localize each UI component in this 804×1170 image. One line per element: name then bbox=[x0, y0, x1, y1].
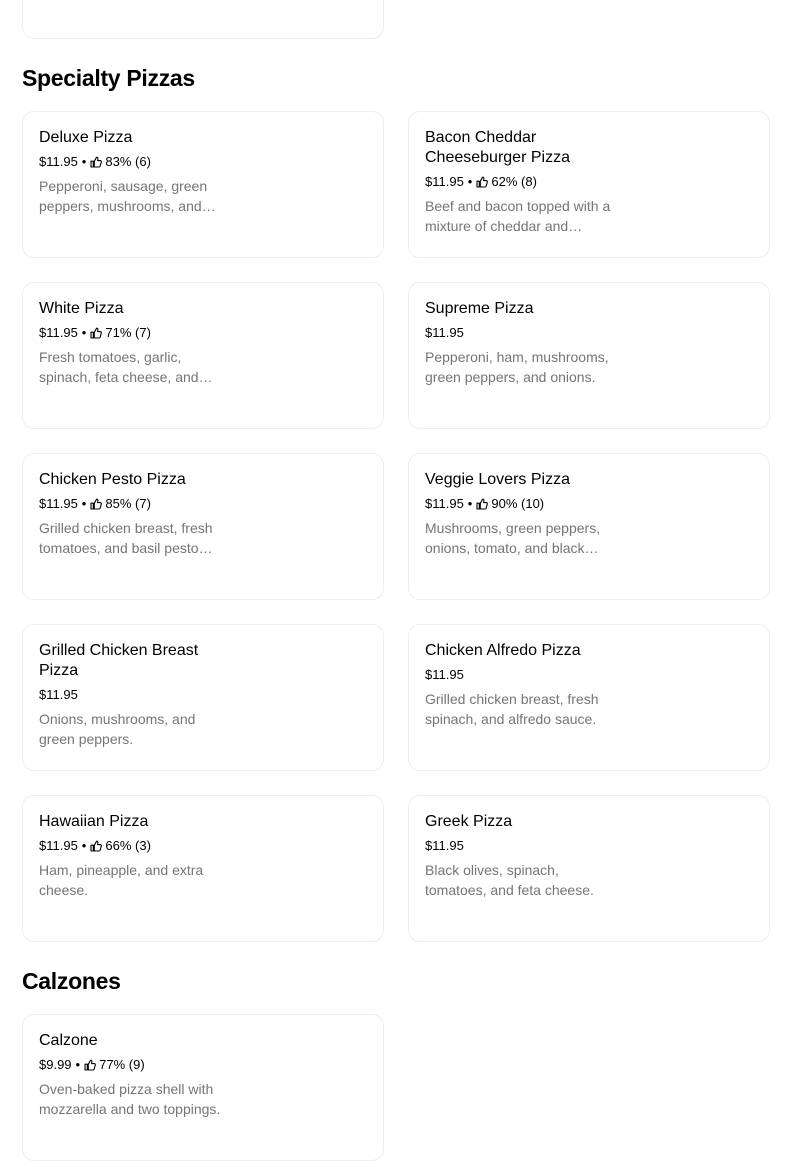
menu-item-card[interactable]: Supreme Pizza $11.95 Pepperoni, ham, mus… bbox=[408, 282, 770, 429]
thumbs-up-icon bbox=[476, 498, 489, 510]
menu-item-card[interactable]: Chicken Pesto Pizza $11.95 • 85% (7) Gri… bbox=[22, 453, 384, 600]
item-name: Veggie Lovers Pizza bbox=[425, 471, 570, 488]
item-rating: 71% bbox=[105, 325, 132, 340]
item-rating: 90% bbox=[491, 496, 518, 511]
item-description: Mushrooms, green peppers, onions, tomato… bbox=[425, 520, 601, 556]
item-name: Chicken Pesto Pizza bbox=[39, 471, 186, 488]
section-title-specialty-pizzas: Specialty Pizzas bbox=[22, 65, 195, 91]
item-rating-count: (7) bbox=[135, 325, 151, 340]
item-price: $9.99 bbox=[39, 1057, 72, 1072]
item-description: Black olives, spinach, tomatoes, and fet… bbox=[425, 862, 594, 898]
item-meta: $11.95 • 90% (10) bbox=[425, 495, 615, 513]
meta-separator: • bbox=[467, 496, 473, 511]
item-price: $11.95 bbox=[425, 496, 464, 511]
menu-page: Specialty Pizzas Deluxe Pizza $11.95 • 8… bbox=[0, 0, 804, 1170]
item-description: Grilled chicken breast, fresh tomatoes, … bbox=[39, 520, 213, 556]
item-meta: $11.95 • 71% (7) bbox=[39, 324, 229, 342]
thumbs-up-icon bbox=[90, 498, 103, 510]
menu-item-card[interactable]: Bacon Cheddar Cheeseburger Pizza $11.95 … bbox=[408, 111, 770, 258]
item-rating-count: (6) bbox=[135, 154, 151, 169]
item-meta: $11.95 • 62% (8) bbox=[425, 173, 615, 191]
item-name: Bacon Cheddar Cheeseburger Pizza bbox=[425, 129, 570, 166]
meta-separator: • bbox=[81, 838, 87, 853]
item-description: Pepperoni, sausage, green peppers, mushr… bbox=[39, 178, 208, 214]
item-rating: 62% bbox=[491, 174, 518, 189]
menu-item-card[interactable]: Grilled Chicken Breast Pizza $11.95 Onio… bbox=[22, 624, 384, 771]
menu-item-card[interactable]: Calzone $9.99 • 77% (9) Oven-baked pizza… bbox=[22, 1014, 384, 1161]
item-description: Beef and bacon topped with a mixture of … bbox=[425, 198, 611, 234]
item-name: Chicken Alfredo Pizza bbox=[425, 642, 581, 659]
menu-item-card-partial[interactable] bbox=[22, 0, 384, 39]
item-rating-count: (7) bbox=[135, 496, 151, 511]
menu-item-card[interactable]: Hawaiian Pizza $11.95 • 66% (3) Ham, pin… bbox=[22, 795, 384, 942]
meta-separator: • bbox=[81, 325, 87, 340]
menu-item-card[interactable]: Deluxe Pizza $11.95 • 83% (6) Pepperoni,… bbox=[22, 111, 384, 258]
menu-item-card[interactable]: White Pizza $11.95 • 71% (7) Fresh tomat… bbox=[22, 282, 384, 429]
item-name: White Pizza bbox=[39, 300, 124, 317]
item-rating-count: (9) bbox=[128, 1057, 145, 1072]
item-rating-count: (3) bbox=[135, 838, 151, 853]
item-price: $11.95 bbox=[425, 325, 464, 340]
item-price: $11.95 bbox=[425, 667, 464, 682]
menu-item-card[interactable]: Greek Pizza $11.95 Black olives, spinach… bbox=[408, 795, 770, 942]
item-meta: $11.95 bbox=[425, 324, 615, 342]
item-price: $11.95 bbox=[425, 838, 464, 853]
item-price: $11.95 bbox=[39, 687, 78, 702]
item-description: Oven-baked pizza shell with mozzarella a… bbox=[39, 1081, 221, 1117]
item-rating-count: (8) bbox=[521, 174, 537, 189]
thumbs-up-icon bbox=[90, 840, 103, 852]
item-meta: $11.95 • 83% (6) bbox=[39, 153, 229, 171]
item-rating: 85% bbox=[105, 496, 132, 511]
item-price: $11.95 bbox=[39, 496, 78, 511]
item-name: Greek Pizza bbox=[425, 813, 513, 830]
item-meta: $11.95 • 85% (7) bbox=[39, 495, 229, 513]
item-meta: $9.99 • 77% (9) bbox=[39, 1056, 229, 1074]
section-title-calzones: Calzones bbox=[22, 968, 121, 994]
item-name: Grilled Chicken Breast Pizza bbox=[39, 642, 199, 679]
item-price: $11.95 bbox=[425, 174, 464, 189]
meta-separator: • bbox=[75, 1057, 81, 1072]
item-price: $11.95 bbox=[39, 838, 78, 853]
meta-separator: • bbox=[81, 496, 87, 511]
item-rating: 83% bbox=[105, 154, 132, 169]
item-price: $11.95 bbox=[39, 325, 78, 340]
item-meta: $11.95 bbox=[425, 666, 615, 684]
item-description: Fresh tomatoes, garlic, spinach, feta ch… bbox=[39, 349, 199, 385]
item-name: Deluxe Pizza bbox=[39, 129, 133, 146]
meta-separator: • bbox=[81, 154, 87, 169]
menu-item-card[interactable]: Chicken Alfredo Pizza $11.95 Grilled chi… bbox=[408, 624, 770, 771]
item-price: $11.95 bbox=[39, 154, 78, 169]
item-rating: 66% bbox=[105, 838, 132, 853]
item-description: Onions, mushrooms, and green peppers. bbox=[39, 711, 196, 747]
item-name: Hawaiian Pizza bbox=[39, 813, 149, 830]
item-name: Calzone bbox=[39, 1032, 98, 1049]
meta-separator: • bbox=[467, 174, 473, 189]
item-meta: $11.95 bbox=[425, 837, 615, 855]
item-meta: $11.95 • 66% (3) bbox=[39, 837, 229, 855]
item-rating: 77% bbox=[99, 1057, 126, 1072]
item-description: Ham, pineapple, and extra cheese. bbox=[39, 862, 204, 898]
thumbs-up-icon bbox=[476, 176, 489, 188]
menu-item-card[interactable]: Veggie Lovers Pizza $11.95 • 90% (10) Mu… bbox=[408, 453, 770, 600]
item-description: Pepperoni, ham, mushrooms, green peppers… bbox=[425, 349, 609, 385]
thumbs-up-icon bbox=[90, 156, 103, 168]
thumbs-up-icon bbox=[84, 1059, 97, 1071]
item-description: Grilled chicken breast, fresh spinach, a… bbox=[425, 691, 599, 727]
item-name: Supreme Pizza bbox=[425, 300, 534, 317]
thumbs-up-icon bbox=[90, 327, 103, 339]
item-rating-count: (10) bbox=[521, 496, 545, 511]
item-meta: $11.95 bbox=[39, 686, 229, 704]
